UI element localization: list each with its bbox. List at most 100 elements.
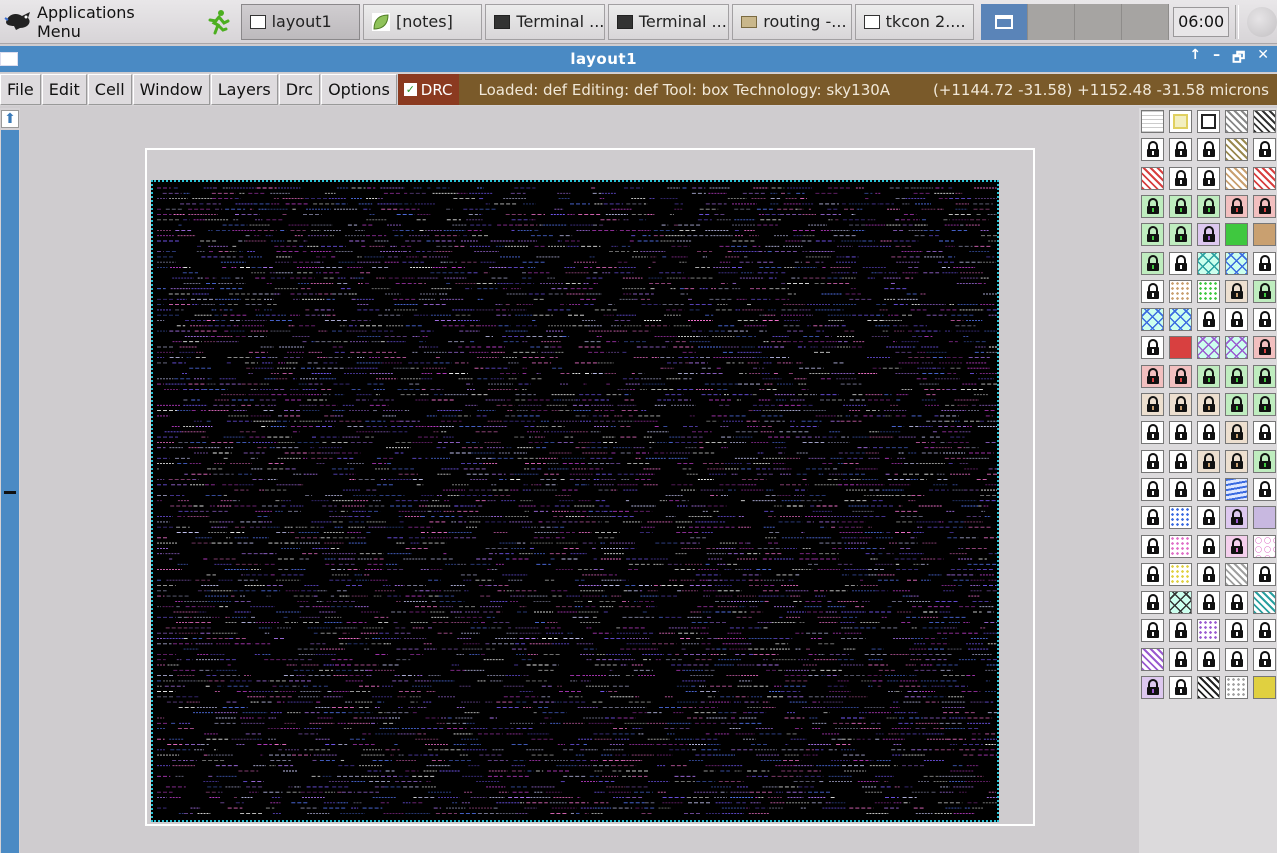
layer-swatch[interactable] [1197,110,1220,133]
layer-swatch[interactable] [1225,676,1248,699]
layer-swatch[interactable] [1141,647,1164,671]
layer-swatch[interactable] [1253,279,1276,303]
layer-swatch[interactable] [1141,477,1164,501]
layer-swatch[interactable] [1197,308,1220,332]
window-minimize-icon[interactable]: – [1213,47,1220,71]
layer-swatch[interactable] [1253,562,1276,586]
layer-swatch[interactable] [1197,619,1220,643]
layer-swatch[interactable] [1225,591,1248,615]
layer-swatch[interactable] [1197,279,1220,303]
workspace-2[interactable] [1028,3,1076,40]
window-close-icon[interactable]: ✕ [1257,47,1269,71]
layer-swatch[interactable] [1253,647,1276,671]
layer-swatch[interactable] [1253,251,1276,275]
layer-swatch[interactable] [1197,364,1220,388]
layer-swatch[interactable] [1141,619,1164,643]
menu-file[interactable]: File [0,74,41,105]
menu-cell[interactable]: Cell [87,74,132,105]
drc-toggle[interactable]: ✓ DRC [397,74,459,105]
task-button-terminal-1[interactable]: Terminal ... [485,3,605,40]
layer-swatch[interactable] [1169,110,1192,133]
layer-swatch[interactable] [1169,477,1192,501]
layer-swatch[interactable] [1197,138,1220,162]
workspace-1[interactable] [981,3,1029,40]
layer-swatch[interactable] [1169,591,1192,615]
layer-swatch[interactable] [1225,364,1248,388]
layer-swatch[interactable] [1197,534,1220,558]
layer-swatch[interactable] [1253,138,1276,162]
layer-swatch[interactable] [1225,308,1248,332]
menu-window[interactable]: Window [132,74,210,105]
layer-swatch[interactable] [1141,534,1164,558]
layer-swatch[interactable] [1197,251,1220,275]
layer-swatch[interactable] [1169,251,1192,275]
layer-swatch[interactable] [1169,647,1192,671]
layer-swatch[interactable] [1141,393,1164,416]
layer-swatch[interactable] [1253,166,1276,190]
task-button-terminal-2[interactable]: Terminal ... [607,3,730,40]
layer-swatch[interactable] [1225,279,1248,303]
layer-swatch[interactable] [1253,421,1276,445]
window-menu-icon[interactable] [0,52,18,66]
layer-swatch[interactable] [1141,591,1164,615]
layer-swatch[interactable] [1225,194,1248,218]
layer-swatch[interactable] [1253,336,1276,360]
layer-swatch[interactable] [1253,308,1276,332]
layer-swatch[interactable] [1197,393,1220,416]
layer-swatch[interactable] [1141,421,1164,445]
layer-swatch[interactable] [1253,477,1276,501]
layer-swatch[interactable] [1141,279,1164,303]
layer-swatch[interactable] [1141,506,1164,530]
layer-swatch[interactable] [1225,393,1248,416]
layer-swatch[interactable] [1225,449,1248,473]
layer-swatch[interactable] [1169,393,1192,416]
layer-swatch[interactable] [1225,477,1248,501]
layer-swatch[interactable] [1169,223,1192,247]
layer-swatch[interactable] [1225,138,1248,162]
task-button-notes[interactable]: [notes] [362,3,483,40]
layer-swatch[interactable] [1141,194,1164,218]
layer-swatch[interactable] [1169,506,1192,530]
drc-checkbox[interactable]: ✓ [403,83,417,96]
layer-swatch[interactable] [1141,449,1164,473]
layer-swatch[interactable] [1169,336,1192,360]
layer-swatch[interactable] [1141,223,1164,247]
layout-canvas[interactable] [21,108,1137,853]
layer-swatch[interactable] [1197,647,1220,671]
layer-swatch[interactable] [1169,194,1192,218]
layer-swatch[interactable] [1141,138,1164,162]
layer-swatch[interactable] [1253,506,1276,530]
layer-swatch[interactable] [1197,562,1220,586]
menu-drc[interactable]: Drc [278,74,321,105]
layer-swatch[interactable] [1253,676,1276,699]
run-launcher-icon[interactable] [203,7,233,37]
layer-swatch[interactable] [1225,534,1248,558]
window-maximize-icon[interactable]: 🗗 [1232,47,1245,71]
layer-swatch[interactable] [1141,166,1164,190]
layer-swatch[interactable] [1253,449,1276,473]
layer-swatch[interactable] [1197,449,1220,473]
layer-swatch[interactable] [1141,676,1164,699]
layer-swatch[interactable] [1169,166,1192,190]
layer-swatch[interactable] [1225,223,1248,247]
vertical-scrollbar[interactable]: ⬆ [0,108,20,853]
layer-swatch[interactable] [1169,308,1192,332]
task-button-layout1[interactable]: layout1 [240,3,360,40]
layer-swatch[interactable] [1197,676,1220,699]
layer-swatch[interactable] [1253,110,1276,133]
layer-swatch[interactable] [1169,534,1192,558]
layer-swatch[interactable] [1197,506,1220,530]
layer-swatch[interactable] [1253,619,1276,643]
layer-swatch[interactable] [1197,336,1220,360]
layer-swatch[interactable] [1253,223,1276,247]
layer-swatch[interactable] [1169,138,1192,162]
layer-swatch[interactable] [1197,591,1220,615]
layer-swatch[interactable] [1225,421,1248,445]
layer-swatch[interactable] [1253,364,1276,388]
workspace-3[interactable] [1075,3,1123,40]
layer-swatch[interactable] [1141,110,1164,133]
layer-swatch[interactable] [1253,393,1276,416]
scroll-up-icon[interactable]: ⬆ [1,110,19,128]
menu-layers[interactable]: Layers [210,74,278,105]
layer-swatch[interactable] [1225,619,1248,643]
